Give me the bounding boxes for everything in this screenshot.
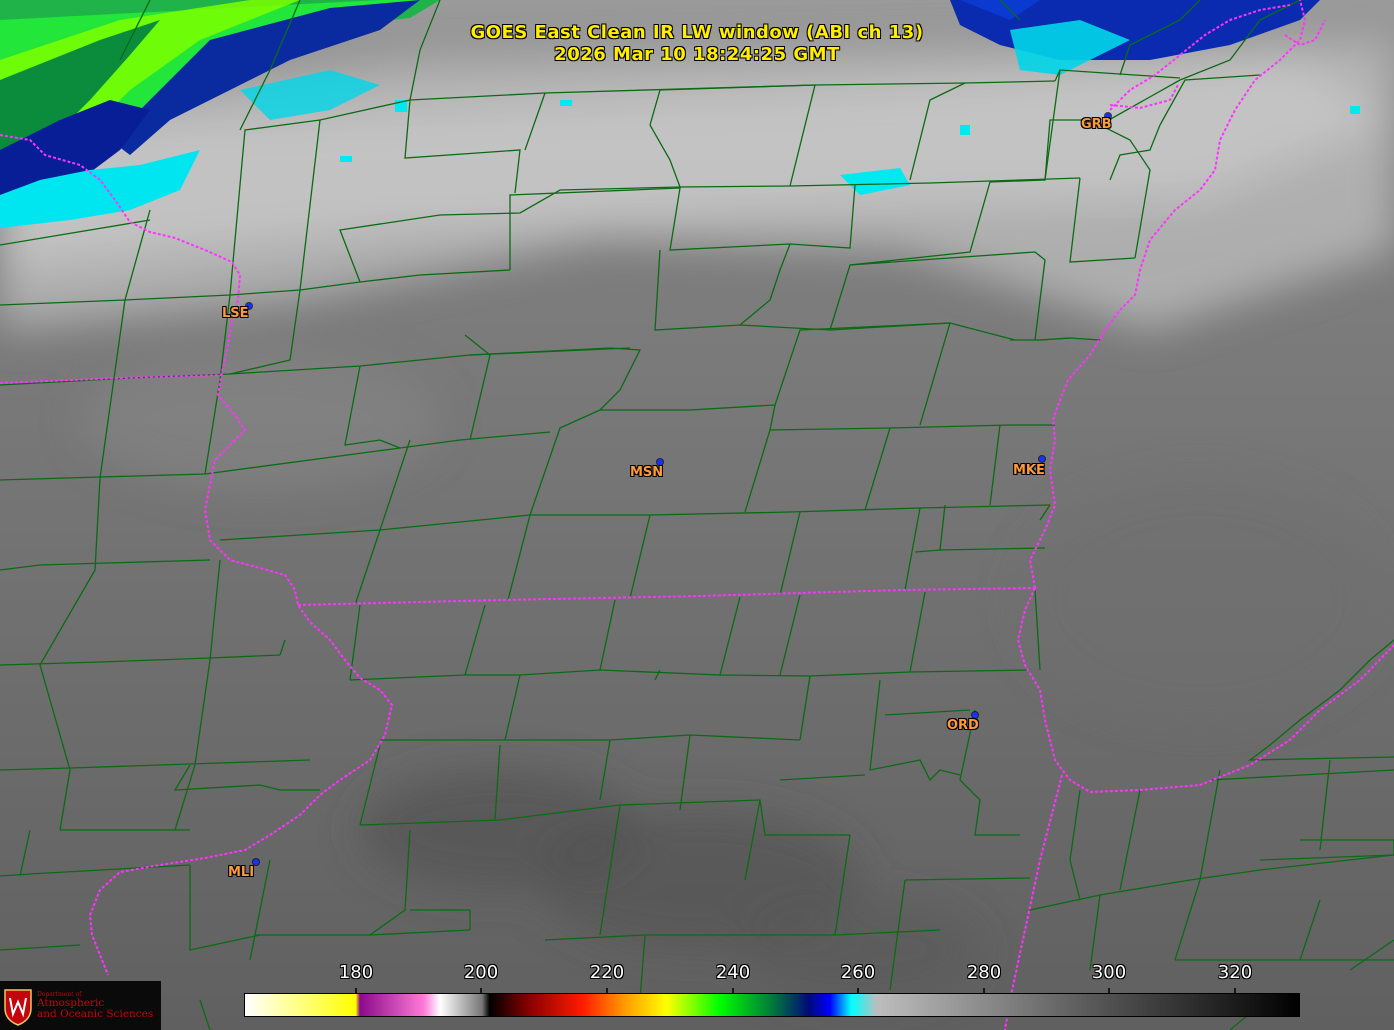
satellite-map: GOES East Clean IR LW window (ABI ch 13)… — [0, 0, 1394, 1030]
station-label-ord: ORD — [947, 718, 979, 733]
colorbar-tick-label: 200 — [463, 962, 499, 983]
station-label-mke: MKE — [1013, 463, 1045, 478]
image-timestamp: 2026 Mar 10 18:24:25 GMT — [554, 44, 840, 65]
uw-aos-logo: Department of Atmospheric and Oceanic Sc… — [0, 981, 161, 1030]
station-label-mli: MLI — [228, 865, 255, 880]
colorbar-tick-label: 280 — [966, 962, 1002, 983]
station-dot-mke — [1039, 456, 1045, 462]
colorbar-tick-label: 180 — [338, 962, 374, 983]
station-label-msn: MSN — [630, 465, 664, 480]
image-title: GOES East Clean IR LW window (ABI ch 13) — [470, 22, 924, 43]
uw-crest-icon — [4, 988, 32, 1026]
colorbar-tick-label: 300 — [1091, 962, 1127, 983]
colorbar-tick-label: 260 — [840, 962, 876, 983]
map-canvas — [0, 0, 1394, 1030]
temperature-colorbar — [244, 993, 1300, 1017]
colorbar-tick-label: 320 — [1217, 962, 1253, 983]
colorbar-tick-label: 220 — [589, 962, 625, 983]
station-label-lse: LSE — [222, 306, 249, 321]
colorbar-tick-label: 240 — [715, 962, 751, 983]
logo-line2: and Oceanic Sciences — [37, 1008, 154, 1020]
station-label-grb: GRB — [1081, 117, 1112, 132]
